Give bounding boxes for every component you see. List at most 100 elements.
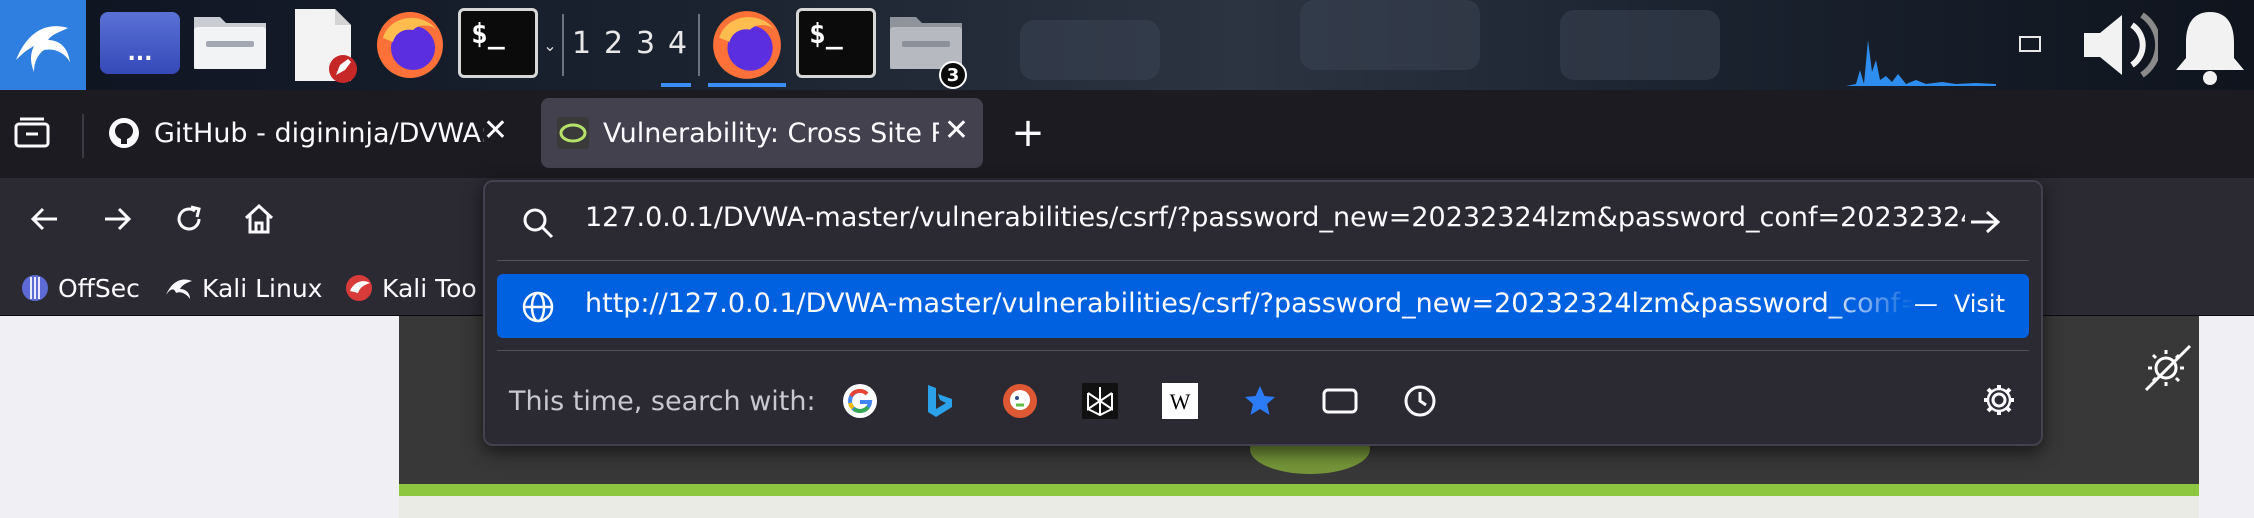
svg-text:W: W <box>1170 389 1191 414</box>
go-arrow-icon[interactable] <box>1967 204 2003 240</box>
firefox-icon <box>713 11 781 79</box>
bing-logo <box>928 385 952 417</box>
cpu-graph-widget[interactable] <box>1846 10 1996 86</box>
back-button[interactable] <box>22 196 68 242</box>
theme-toggle-button[interactable] <box>2138 338 2198 398</box>
firefox-launcher[interactable] <box>370 6 450 84</box>
firefox-icon <box>377 12 443 78</box>
show-desktop-label: ... <box>127 41 153 66</box>
duckduckgo-icon[interactable] <box>1001 382 1039 420</box>
text-editor-launcher[interactable] <box>286 6 362 84</box>
wallpaper-shape <box>1020 20 1160 80</box>
workspace-active-indicator <box>661 83 691 87</box>
close-tab-icon[interactable]: ✕ <box>483 116 508 146</box>
bookmark-kali-tools[interactable]: Kali Too <box>344 268 477 308</box>
history-icon[interactable] <box>1401 382 1439 420</box>
reload-icon <box>177 205 201 231</box>
screen-icon <box>2019 36 2041 52</box>
bookmark-label: Kali Too <box>382 273 477 303</box>
theme-toggle-icon <box>2144 344 2192 392</box>
kali-menu-button[interactable] <box>0 0 86 90</box>
tab-list-icon <box>14 117 50 148</box>
urlbar[interactable]: 127.0.0.1/DVWA-master/vulnerabilities/cs… <box>485 182 2041 260</box>
system-panel: ... $_ ⌄ 1 2 3 4 $_ 3 <box>0 0 2254 90</box>
duckduckgo-logo <box>1003 384 1037 418</box>
divider <box>497 350 2029 351</box>
google-icon[interactable] <box>841 382 879 420</box>
search-icon <box>523 208 554 239</box>
bookmark-label: Kali Linux <box>202 273 323 303</box>
volume-button[interactable] <box>2076 8 2160 82</box>
workspace-3[interactable]: 3 <box>636 26 655 61</box>
active-window-indicator <box>708 83 786 87</box>
divider <box>497 260 2029 261</box>
tab-window-icon <box>1322 388 1358 414</box>
bookmark-offsec[interactable]: OffSec <box>20 268 140 308</box>
panel-separator <box>562 14 564 76</box>
bookmark-label: OffSec <box>58 273 140 303</box>
bookmarks-icon[interactable] <box>1241 382 1279 420</box>
bing-icon[interactable] <box>921 382 959 420</box>
panel-separator <box>698 14 700 76</box>
offsec-icon <box>22 275 48 301</box>
folder-icon <box>194 17 266 69</box>
notifications-button[interactable] <box>2168 6 2252 86</box>
globe-icon <box>522 291 554 323</box>
text-editor-icon <box>295 9 357 83</box>
dvwa-header-stripe <box>399 484 2199 496</box>
arrow-right-icon <box>105 207 132 231</box>
window-preview-icon[interactable] <box>2010 30 2050 60</box>
arrow-left-icon <box>30 207 57 231</box>
bookmark-kali-linux[interactable]: Kali Linux <box>164 268 322 308</box>
terminal-dropdown-chevron-icon[interactable]: ⌄ <box>542 30 558 60</box>
tab-overview-button[interactable] <box>14 116 58 156</box>
search-engine-row: This time, search with: W <box>485 358 2041 444</box>
show-desktop-button[interactable]: ... <box>100 12 180 74</box>
home-button[interactable] <box>236 196 282 242</box>
search-with-label: This time, search with: <box>509 386 816 417</box>
visit-label: Visit <box>1953 290 2005 318</box>
suggestion-url: http://127.0.0.1/DVWA-master/vulnerabili… <box>585 288 1915 319</box>
kali-tools-icon <box>346 275 372 301</box>
perplexity-logo <box>1082 383 1118 419</box>
close-tab-icon[interactable]: ✕ <box>944 116 969 146</box>
tab-separator <box>82 114 84 158</box>
search-settings-gear-icon[interactable] <box>1981 382 2017 418</box>
workspace-1[interactable]: 1 <box>572 26 591 61</box>
cpu-graph-icon <box>1846 40 1996 86</box>
firefox-window-button[interactable] <box>706 6 788 84</box>
tab-title: Vulnerability: Cross Site Rec <box>603 117 939 149</box>
tab-title: GitHub - digininja/DVWA: DV <box>154 117 484 149</box>
url-input-value: 127.0.0.1/DVWA-master/vulnerabilities/cs… <box>585 202 1965 233</box>
forward-button[interactable] <box>94 196 140 242</box>
file-manager-launcher[interactable] <box>188 6 272 76</box>
home-icon <box>244 203 274 234</box>
tab-github[interactable]: GitHub - digininja/DVWA: DV ✕ <box>92 98 522 168</box>
terminal-prompt-text: $_ <box>809 17 843 50</box>
dvwa-favicon-icon <box>557 117 589 149</box>
url-input[interactable]: 127.0.0.1/DVWA-master/vulnerabilities/cs… <box>585 202 1965 235</box>
tabs-icon[interactable] <box>1321 382 1359 420</box>
url-suggestion-row[interactable]: http://127.0.0.1/DVWA-master/vulnerabili… <box>497 274 2029 338</box>
wikipedia-icon[interactable]: W <box>1161 382 1199 420</box>
kali-dragon-icon <box>16 26 70 72</box>
perplexity-icon[interactable] <box>1081 382 1119 420</box>
tab-dvwa-csrf[interactable]: Vulnerability: Cross Site Rec ✕ <box>541 98 983 168</box>
wallpaper-shape <box>1300 0 1480 70</box>
dvwa-body <box>399 496 2199 518</box>
workspace-2[interactable]: 2 <box>604 26 623 61</box>
window-count-badge: 3 <box>939 61 967 89</box>
kali-dragon-icon <box>166 279 192 299</box>
terminal-launcher[interactable]: $_ <box>458 8 538 78</box>
reload-button[interactable] <box>166 196 212 242</box>
suggestion-separator: — <box>1913 290 1938 318</box>
workspace-4[interactable]: 4 <box>668 26 687 61</box>
terminal-window-button[interactable]: $_ <box>796 8 876 78</box>
wikipedia-logo: W <box>1162 383 1198 419</box>
github-icon <box>109 118 139 148</box>
new-tab-button[interactable]: + <box>1004 110 1052 158</box>
urlbar-dropdown: 127.0.0.1/DVWA-master/vulnerabilities/cs… <box>483 180 2043 446</box>
speaker-icon <box>2084 12 2158 78</box>
google-logo <box>843 384 877 418</box>
bell-icon <box>2176 12 2244 85</box>
